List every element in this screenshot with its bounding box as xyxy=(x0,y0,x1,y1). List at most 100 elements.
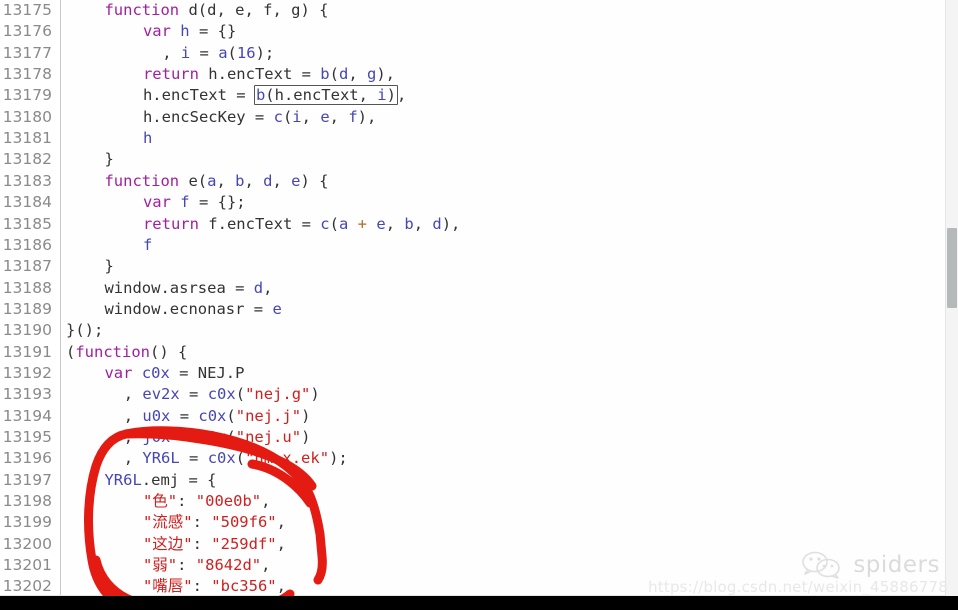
code-text[interactable]: YR6L.emj = { xyxy=(104,470,216,491)
code-text[interactable]: h.encText = b(h.encText, i), xyxy=(143,85,406,106)
code-text[interactable]: , ev2x = c0x("nej.g") xyxy=(124,384,320,405)
code-token: ( xyxy=(235,385,246,404)
code-line[interactable]: 13181 h xyxy=(0,128,946,149)
code-line[interactable]: 13182} xyxy=(0,149,946,170)
code-text[interactable]: function d(d, e, f, g) { xyxy=(104,0,328,21)
code-line[interactable]: 13187} xyxy=(0,256,946,277)
code-text[interactable]: "这边": "259df", xyxy=(143,534,286,555)
code-token: , xyxy=(123,428,143,446)
code-text[interactable]: return h.encText = b(d, g), xyxy=(143,64,395,85)
wechat-watermark: spiders xyxy=(801,550,940,580)
code-token: "nej.u" xyxy=(235,428,302,446)
code-text[interactable]: "流感": "509f6", xyxy=(143,512,286,533)
code-text[interactable]: "嘴唇": "bc356", xyxy=(143,576,286,596)
code-text[interactable]: window.asrsea = d, xyxy=(104,278,272,299)
code-token: h.encText = xyxy=(142,86,255,105)
line-number: 13192 xyxy=(2,363,52,382)
code-lines-container[interactable]: 13175 function d(d, e, f, g) {13176 var h … xyxy=(0,0,946,596)
vertical-scrollbar-thumb[interactable] xyxy=(947,228,957,308)
code-line[interactable]: 13185 return f.encText = c(a + e, b, d), xyxy=(0,214,946,235)
code-line[interactable]: 13190}(); xyxy=(0,320,946,341)
code-token: d xyxy=(263,171,273,190)
vertical-scrollbar[interactable] xyxy=(945,0,958,596)
code-token: e xyxy=(272,299,282,318)
code-token: "弱" xyxy=(142,556,178,575)
code-token: "259df" xyxy=(211,534,277,553)
code-line[interactable]: 13198 "色": "00e0b", xyxy=(0,491,946,512)
code-text[interactable]: , i = a(16); xyxy=(162,43,274,64)
line-number: 13201 xyxy=(2,556,52,575)
code-line[interactable]: 13178 return h.encText = b(d, g), xyxy=(0,64,946,85)
code-token: d xyxy=(253,278,264,297)
code-line[interactable]: 13184 var f = {}; xyxy=(0,192,946,213)
code-text[interactable]: h xyxy=(143,128,152,149)
code-line[interactable]: 13196, YR6L = c0x("nm.x.ek"); xyxy=(0,448,946,469)
code-text[interactable]: return f.encText = c(a + e, b, d), xyxy=(143,214,460,235)
line-number: 13194 xyxy=(2,406,52,425)
code-token: = NEJ.P xyxy=(169,363,245,382)
code-token: , xyxy=(276,513,286,532)
code-line[interactable]: 13176 var h = {} xyxy=(0,21,946,42)
code-text[interactable]: "弱": "8642d", xyxy=(143,555,271,576)
code-line[interactable]: 13192 var c0x = NEJ.P xyxy=(0,363,946,384)
code-text[interactable]: var h = {} xyxy=(143,21,236,42)
code-token: , xyxy=(385,214,405,233)
code-line[interactable]: 13175 function d(d, e, f, g) { xyxy=(0,0,946,21)
code-token: i xyxy=(377,86,387,105)
code-line[interactable]: 13193 , ev2x = c0x("nej.g") xyxy=(0,384,946,405)
line-number: 13198 xyxy=(2,492,52,511)
code-text[interactable]: h.encSecKey = c(i, e, f), xyxy=(143,107,376,128)
code-text[interactable]: "色": "00e0b", xyxy=(143,491,271,512)
code-line[interactable]: 13197 YR6L.emj = { xyxy=(0,470,946,491)
code-text[interactable]: , j0x = c0x("nej.u") xyxy=(124,427,311,448)
code-token: = {} xyxy=(189,22,237,41)
code-text[interactable]: }(); xyxy=(66,320,103,341)
code-token: = xyxy=(190,43,219,62)
code-line[interactable]: 13177, i = a(16); xyxy=(0,43,946,64)
code-token: ev2x xyxy=(142,385,180,404)
code-line[interactable]: 13194 , u0x = c0x("nej.j") xyxy=(0,406,946,427)
line-number: 13193 xyxy=(2,385,52,404)
code-text[interactable]: f xyxy=(143,235,152,256)
code-token: h xyxy=(142,129,153,148)
code-line[interactable]: 13179 h.encText = b(h.encText, i), xyxy=(0,85,946,106)
line-number: 13195 xyxy=(2,428,52,446)
code-line[interactable]: 13199 "流感": "509f6", xyxy=(0,512,946,533)
selection-highlight-box[interactable]: b(h.encText, i) xyxy=(253,85,398,106)
code-line[interactable]: 13189 window.ecnonasr = e xyxy=(0,299,946,320)
code-text[interactable]: var c0x = NEJ.P xyxy=(104,363,244,384)
code-token: "509f6" xyxy=(211,513,277,532)
code-token: = {}; xyxy=(189,193,246,212)
code-token: "nej.g" xyxy=(245,385,311,404)
code-line[interactable]: 13186 f xyxy=(0,235,946,256)
code-line[interactable]: 13191 (function() { xyxy=(0,342,946,363)
code-token: "00e0b" xyxy=(195,492,262,511)
code-token: "流感" xyxy=(142,513,193,532)
code-text[interactable]: function e(a, b, d, e) { xyxy=(104,171,328,192)
code-text[interactable]: window.ecnonasr = e xyxy=(104,299,281,320)
code-text[interactable]: , YR6L = c0x("nm.x.ek"); xyxy=(124,448,348,469)
code-text[interactable]: var f = {}; xyxy=(143,192,246,213)
code-token: a xyxy=(218,43,228,62)
code-text[interactable]: , u0x = c0x("nej.j") xyxy=(124,406,311,427)
code-text[interactable]: } xyxy=(104,256,113,277)
code-text[interactable]: (function() { xyxy=(66,342,187,363)
code-text[interactable]: } xyxy=(104,149,113,170)
code-editor[interactable]: 13175 function d(d, e, f, g) {13176 var h … xyxy=(0,0,946,596)
code-line[interactable]: 13180 h.encSecKey = c(i, e, f), xyxy=(0,107,946,128)
code-token: : xyxy=(192,577,212,596)
code-line[interactable]: 13188 window.asrsea = d, xyxy=(0,278,946,299)
code-token: + xyxy=(357,214,367,233)
code-line[interactable]: 13195 , j0x = c0x("nej.u") xyxy=(0,427,946,448)
code-token: }(); xyxy=(66,321,104,340)
line-number: 13181 xyxy=(2,129,52,148)
code-token: = xyxy=(179,385,208,404)
code-line[interactable]: 13183 function e(a, b, d, e) { xyxy=(0,171,946,192)
code-token: ), xyxy=(357,107,377,126)
code-token: , xyxy=(276,577,286,596)
code-token: f xyxy=(142,235,153,254)
code-token: , xyxy=(413,214,433,233)
